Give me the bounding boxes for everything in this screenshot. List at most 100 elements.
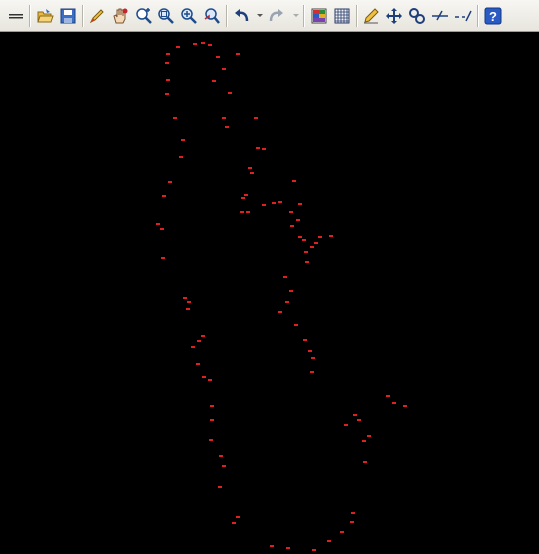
point-marker[interactable] — [403, 405, 407, 407]
point-marker[interactable] — [208, 379, 212, 381]
point-marker[interactable] — [210, 405, 214, 407]
point-marker[interactable] — [303, 339, 307, 341]
point-marker[interactable] — [202, 376, 206, 378]
point-marker[interactable] — [329, 235, 333, 237]
point-marker[interactable] — [311, 357, 315, 359]
point-marker[interactable] — [262, 148, 266, 150]
point-marker[interactable] — [181, 139, 185, 141]
point-marker[interactable] — [272, 202, 276, 204]
point-marker[interactable] — [232, 522, 236, 524]
point-marker[interactable] — [308, 350, 312, 352]
point-marker[interactable] — [201, 335, 205, 337]
point-marker[interactable] — [290, 225, 294, 227]
point-marker[interactable] — [305, 261, 309, 263]
dimension-button[interactable] — [430, 6, 450, 26]
point-marker[interactable] — [310, 371, 314, 373]
redo-dropdown[interactable] — [293, 14, 299, 17]
zoom-in-button[interactable] — [179, 6, 199, 26]
point-marker[interactable] — [353, 414, 357, 416]
point-marker[interactable] — [176, 46, 180, 48]
draw-pen-button[interactable] — [87, 6, 107, 26]
point-marker[interactable] — [162, 195, 166, 197]
point-marker[interactable] — [362, 440, 366, 442]
pan-hand-button[interactable] — [110, 6, 130, 26]
point-marker[interactable] — [363, 461, 367, 463]
point-marker[interactable] — [327, 540, 331, 542]
edit-button[interactable] — [361, 6, 381, 26]
open-button[interactable] — [35, 6, 55, 26]
point-marker[interactable] — [219, 455, 223, 457]
point-marker[interactable] — [298, 203, 302, 205]
point-marker[interactable] — [191, 346, 195, 348]
point-marker[interactable] — [248, 167, 252, 169]
point-marker[interactable] — [187, 301, 191, 303]
point-marker[interactable] — [250, 172, 254, 174]
undo-dropdown[interactable] — [257, 14, 263, 17]
measure-button[interactable] — [453, 6, 473, 26]
point-marker[interactable] — [201, 42, 205, 44]
point-marker[interactable] — [236, 53, 240, 55]
zoom-button[interactable] — [156, 6, 176, 26]
zoom-window-button[interactable] — [134, 6, 154, 26]
point-marker[interactable] — [357, 419, 361, 421]
move-button[interactable] — [384, 6, 404, 26]
point-marker[interactable] — [340, 531, 344, 533]
point-marker[interactable] — [208, 44, 212, 46]
point-marker[interactable] — [228, 92, 232, 94]
point-marker[interactable] — [296, 219, 300, 221]
point-marker[interactable] — [216, 56, 220, 58]
point-marker[interactable] — [289, 211, 293, 213]
point-marker[interactable] — [312, 549, 316, 551]
point-marker[interactable] — [289, 290, 293, 292]
point-marker[interactable] — [222, 68, 226, 70]
point-marker[interactable] — [241, 197, 245, 199]
point-marker[interactable] — [165, 62, 169, 64]
point-marker[interactable] — [166, 79, 170, 81]
point-marker[interactable] — [350, 521, 354, 523]
redo-button[interactable] — [266, 6, 286, 26]
point-marker[interactable] — [197, 340, 201, 342]
point-marker[interactable] — [262, 204, 266, 206]
point-marker[interactable] — [256, 147, 260, 149]
point-marker[interactable] — [283, 276, 287, 278]
layers-button[interactable] — [309, 6, 329, 26]
point-marker[interactable] — [161, 257, 165, 259]
point-marker[interactable] — [222, 117, 226, 119]
point-marker[interactable] — [318, 236, 322, 238]
point-marker[interactable] — [240, 211, 244, 213]
point-marker[interactable] — [302, 239, 306, 241]
point-marker[interactable] — [294, 324, 298, 326]
point-marker[interactable] — [173, 117, 177, 119]
point-marker[interactable] — [193, 43, 197, 45]
point-marker[interactable] — [168, 181, 172, 183]
point-marker[interactable] — [314, 242, 318, 244]
point-marker[interactable] — [246, 211, 250, 213]
save-button[interactable] — [58, 6, 78, 26]
grid-button[interactable] — [332, 6, 352, 26]
point-marker[interactable] — [292, 180, 296, 182]
point-marker[interactable] — [179, 156, 183, 158]
point-marker[interactable] — [222, 465, 226, 467]
point-marker[interactable] — [160, 228, 164, 230]
point-marker[interactable] — [310, 246, 314, 248]
point-marker[interactable] — [244, 194, 248, 196]
point-marker[interactable] — [392, 402, 396, 404]
zoom-previous-button[interactable] — [202, 6, 222, 26]
undo-button[interactable] — [232, 6, 252, 26]
point-marker[interactable] — [304, 251, 308, 253]
point-marker[interactable] — [218, 486, 222, 488]
point-marker[interactable] — [166, 53, 170, 55]
point-marker[interactable] — [236, 516, 240, 518]
toolbar-grip[interactable] — [6, 6, 26, 26]
point-marker[interactable] — [285, 301, 289, 303]
drawing-canvas[interactable] — [0, 32, 539, 554]
point-marker[interactable] — [367, 435, 371, 437]
point-marker[interactable] — [351, 512, 355, 514]
point-marker[interactable] — [183, 297, 187, 299]
point-marker[interactable] — [344, 424, 348, 426]
help-button[interactable]: ? — [483, 6, 503, 26]
point-marker[interactable] — [286, 547, 290, 549]
point-marker[interactable] — [156, 223, 160, 225]
point-marker[interactable] — [209, 439, 213, 441]
point-marker[interactable] — [270, 545, 274, 547]
